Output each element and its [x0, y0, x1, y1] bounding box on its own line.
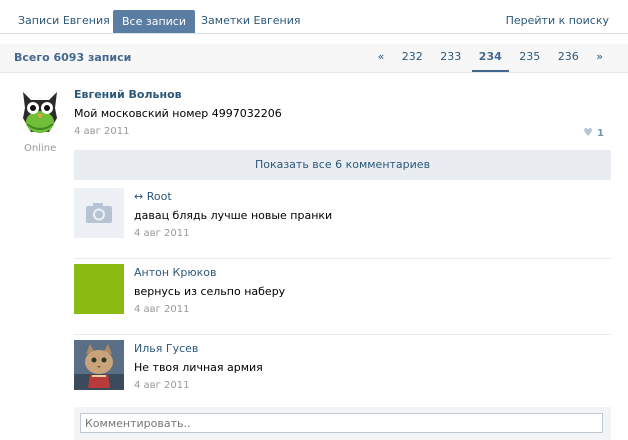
tab-all-posts[interactable]: Все записи — [113, 10, 195, 33]
comment-text: Не твоя личная армия — [134, 361, 263, 374]
tabs-bar: Записи Евгения Все записи Заметки Евгени… — [0, 0, 628, 34]
online-status: Online — [24, 143, 57, 154]
pagination: « 232 233 234 235 236 » — [371, 44, 610, 72]
comment-author-link[interactable]: Илья Гусев — [134, 342, 198, 355]
posts-header: Всего 6093 записи « 232 233 234 235 236 … — [0, 44, 628, 73]
pager-page[interactable]: 232 — [395, 44, 430, 70]
show-all-comments-button[interactable]: Показать все 6 комментариев — [74, 150, 611, 180]
pager-prev[interactable]: « — [371, 44, 392, 70]
pager-current-page: 234 — [471, 44, 509, 72]
search-link[interactable]: Перейти к поиску — [497, 9, 618, 33]
comment-item: Илья Гусев Не твоя личная армия 4 авг 20… — [74, 336, 611, 402]
heart-icon: ♥ — [583, 126, 594, 139]
comment-form — [74, 407, 611, 440]
comment-item: Антон Крюков вернусь из сельпо наберу 4 … — [74, 260, 611, 335]
pager-page[interactable]: 233 — [433, 44, 468, 70]
comment-date[interactable]: 4 авг 2011 — [134, 228, 189, 239]
posts-count: Всего 6093 записи — [14, 51, 132, 64]
camera-placeholder-icon[interactable] — [74, 188, 124, 238]
owl-avatar-icon[interactable] — [19, 86, 61, 136]
comment-input[interactable] — [80, 413, 603, 433]
post-date[interactable]: 4 авг 2011 — [74, 126, 129, 137]
tab-evgeny-notes[interactable]: Заметки Евгения — [192, 9, 310, 33]
comment-author-link[interactable]: ↔ Root — [134, 190, 172, 203]
tab-evgeny-posts[interactable]: Записи Евгения — [9, 9, 119, 33]
comment-text: вернусь из сельпо наберу — [134, 285, 286, 298]
like-button[interactable]: ♥ 1 — [583, 126, 604, 139]
comment-author-link[interactable]: Антон Крюков — [134, 266, 216, 279]
green-square-avatar[interactable] — [74, 264, 124, 314]
post-author-link[interactable]: Евгений Вольнов — [74, 88, 182, 101]
post-text: Мой московский номер 4997032206 — [74, 107, 282, 120]
cat-photo-avatar-icon[interactable] — [74, 340, 124, 390]
comment-item: ↔ Root давац блядь лучше новые пранки 4 … — [74, 184, 611, 259]
pager-page[interactable]: 235 — [512, 44, 547, 70]
comment-date[interactable]: 4 авг 2011 — [134, 304, 189, 315]
like-count: 1 — [597, 128, 604, 139]
comment-text: давац блядь лучше новые пранки — [134, 209, 333, 222]
pager-page[interactable]: 236 — [551, 44, 586, 70]
comment-date[interactable]: 4 авг 2011 — [134, 380, 189, 391]
pager-next[interactable]: » — [589, 44, 610, 70]
